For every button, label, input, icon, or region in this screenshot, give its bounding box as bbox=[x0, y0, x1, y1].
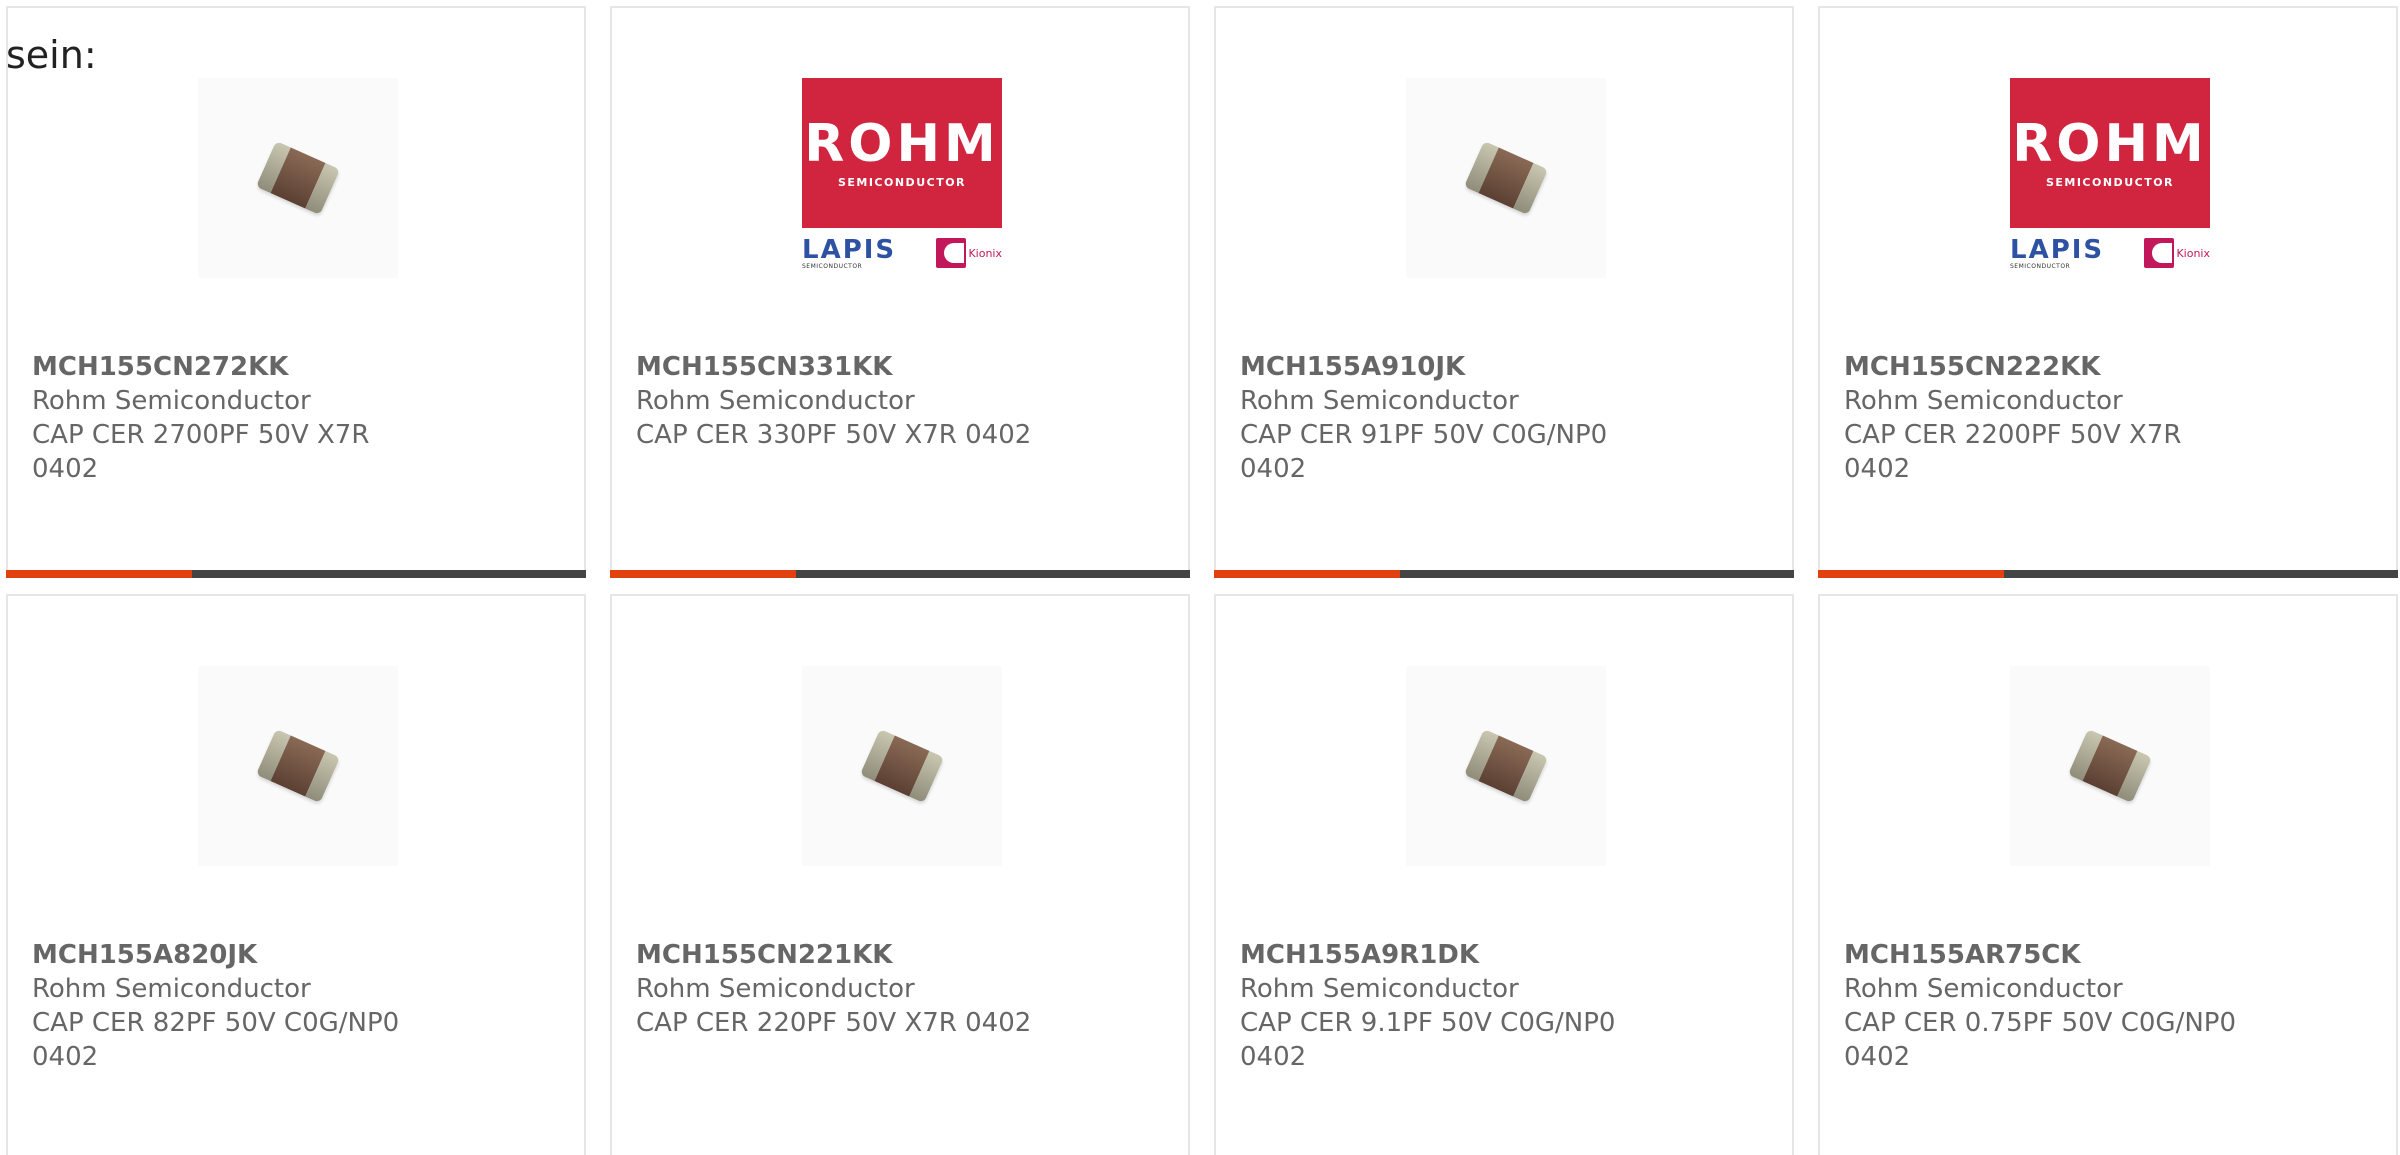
product-card[interactable]: ROHM SEMICONDUCTOR LAPIS SEMICONDUCTOR K… bbox=[610, 6, 1190, 578]
kionix-logo: Kionix bbox=[2144, 238, 2210, 268]
manufacturer-name: Rohm Semiconductor bbox=[636, 386, 915, 416]
rohm-logo: ROHM SEMICONDUCTOR LAPIS SEMICONDUCTOR K… bbox=[2010, 78, 2210, 278]
manufacturer-name: Rohm Semiconductor bbox=[1240, 974, 1519, 1004]
part-number-link[interactable]: MCH155CN272KK bbox=[32, 350, 432, 384]
product-card[interactable]: MCH155AR75CK Rohm Semiconductor CAP CER … bbox=[1818, 594, 2398, 1155]
product-image[interactable]: ROHM SEMICONDUCTOR LAPIS SEMICONDUCTOR K… bbox=[802, 78, 1002, 278]
product-info: MCH155AR75CK Rohm Semiconductor CAP CER … bbox=[1844, 938, 2244, 1074]
part-number-link[interactable]: MCH155A820JK bbox=[32, 938, 432, 972]
product-description: CAP CER 91PF 50V C0G/NP0 0402 bbox=[1240, 420, 1608, 484]
card-progress-bar bbox=[1214, 570, 1794, 578]
product-description: CAP CER 2700PF 50V X7R 0402 bbox=[32, 420, 370, 484]
card-progress-bar bbox=[610, 570, 1190, 578]
kionix-logo: Kionix bbox=[936, 238, 1002, 268]
manufacturer-name: Rohm Semiconductor bbox=[1844, 974, 2123, 1004]
product-card[interactable]: MCH155A9R1DK Rohm Semiconductor CAP CER … bbox=[1214, 594, 1794, 1155]
part-number-link[interactable]: MCH155A9R1DK bbox=[1240, 938, 1640, 972]
manufacturer-name: Rohm Semiconductor bbox=[32, 386, 311, 416]
product-info: MCH155CN272KK Rohm Semiconductor CAP CER… bbox=[32, 350, 432, 486]
product-info: MCH155CN222KK Rohm Semiconductor CAP CER… bbox=[1844, 350, 2244, 486]
product-description: CAP CER 330PF 50V X7R 0402 bbox=[636, 420, 1032, 450]
product-image[interactable] bbox=[198, 78, 398, 278]
kionix-icon bbox=[2144, 238, 2175, 268]
product-description: CAP CER 220PF 50V X7R 0402 bbox=[636, 1008, 1032, 1038]
product-image[interactable] bbox=[1406, 666, 1606, 866]
rohm-logo-sub: SEMICONDUCTOR bbox=[837, 175, 967, 189]
kionix-icon bbox=[936, 238, 967, 268]
capacitor-chip-icon bbox=[1463, 140, 1549, 216]
product-image[interactable] bbox=[198, 666, 398, 866]
manufacturer-name: Rohm Semiconductor bbox=[32, 974, 311, 1004]
capacitor-chip-icon bbox=[255, 140, 341, 216]
capacitor-chip-icon bbox=[255, 728, 341, 804]
product-card[interactable]: MCH155A820JK Rohm Semiconductor CAP CER … bbox=[6, 594, 586, 1155]
product-grid: MCH155CN272KK Rohm Semiconductor CAP CER… bbox=[6, 6, 2400, 1155]
page: sein: MCH155CN272KK Rohm Semiconductor C… bbox=[0, 0, 2400, 1155]
product-info: MCH155A9R1DK Rohm Semiconductor CAP CER … bbox=[1240, 938, 1640, 1074]
product-description: CAP CER 2200PF 50V X7R 0402 bbox=[1844, 420, 2182, 484]
manufacturer-name: Rohm Semiconductor bbox=[636, 974, 915, 1004]
product-description: CAP CER 9.1PF 50V C0G/NP0 0402 bbox=[1240, 1008, 1616, 1072]
rohm-logo-sub: SEMICONDUCTOR bbox=[2045, 175, 2175, 189]
rohm-logo: ROHM SEMICONDUCTOR LAPIS SEMICONDUCTOR K… bbox=[802, 78, 1002, 278]
card-progress-bar bbox=[6, 570, 586, 578]
product-image[interactable] bbox=[1406, 78, 1606, 278]
part-number-link[interactable]: MCH155CN331KK bbox=[636, 350, 1036, 384]
card-progress-fill bbox=[1214, 570, 1400, 578]
product-card[interactable]: MCH155CN221KK Rohm Semiconductor CAP CER… bbox=[610, 594, 1190, 1155]
manufacturer-name: Rohm Semiconductor bbox=[1240, 386, 1519, 416]
product-card[interactable]: ROHM SEMICONDUCTOR LAPIS SEMICONDUCTOR K… bbox=[1818, 6, 2398, 578]
product-info: MCH155CN331KK Rohm Semiconductor CAP CER… bbox=[636, 350, 1036, 452]
product-image[interactable]: ROHM SEMICONDUCTOR LAPIS SEMICONDUCTOR K… bbox=[2010, 78, 2210, 278]
card-progress-fill bbox=[6, 570, 192, 578]
part-number-link[interactable]: MCH155AR75CK bbox=[1844, 938, 2244, 972]
product-description: CAP CER 82PF 50V C0G/NP0 0402 bbox=[32, 1008, 400, 1072]
lapis-logo: LAPIS SEMICONDUCTOR bbox=[802, 234, 897, 270]
product-info: MCH155CN221KK Rohm Semiconductor CAP CER… bbox=[636, 938, 1036, 1040]
part-number-link[interactable]: MCH155CN222KK bbox=[1844, 350, 2244, 384]
product-image[interactable] bbox=[802, 666, 1002, 866]
rohm-logo-word: ROHM bbox=[804, 113, 1000, 174]
capacitor-chip-icon bbox=[859, 728, 945, 804]
part-number-link[interactable]: MCH155A910JK bbox=[1240, 350, 1640, 384]
product-info: MCH155A820JK Rohm Semiconductor CAP CER … bbox=[32, 938, 432, 1074]
card-progress-fill bbox=[1818, 570, 2004, 578]
manufacturer-name: Rohm Semiconductor bbox=[1844, 386, 2123, 416]
product-card[interactable]: MCH155CN272KK Rohm Semiconductor CAP CER… bbox=[6, 6, 586, 578]
part-number-link[interactable]: MCH155CN221KK bbox=[636, 938, 1036, 972]
product-card[interactable]: MCH155A910JK Rohm Semiconductor CAP CER … bbox=[1214, 6, 1794, 578]
capacitor-chip-icon bbox=[1463, 728, 1549, 804]
rohm-logo-word: ROHM bbox=[2012, 113, 2208, 174]
product-description: CAP CER 0.75PF 50V C0G/NP0 0402 bbox=[1844, 1008, 2236, 1072]
lapis-logo: LAPIS SEMICONDUCTOR bbox=[2010, 234, 2105, 270]
product-image[interactable] bbox=[2010, 666, 2210, 866]
product-info: MCH155A910JK Rohm Semiconductor CAP CER … bbox=[1240, 350, 1640, 486]
section-heading: sein: bbox=[6, 33, 97, 77]
capacitor-chip-icon bbox=[2067, 728, 2153, 804]
card-progress-fill bbox=[610, 570, 796, 578]
card-progress-bar bbox=[1818, 570, 2398, 578]
